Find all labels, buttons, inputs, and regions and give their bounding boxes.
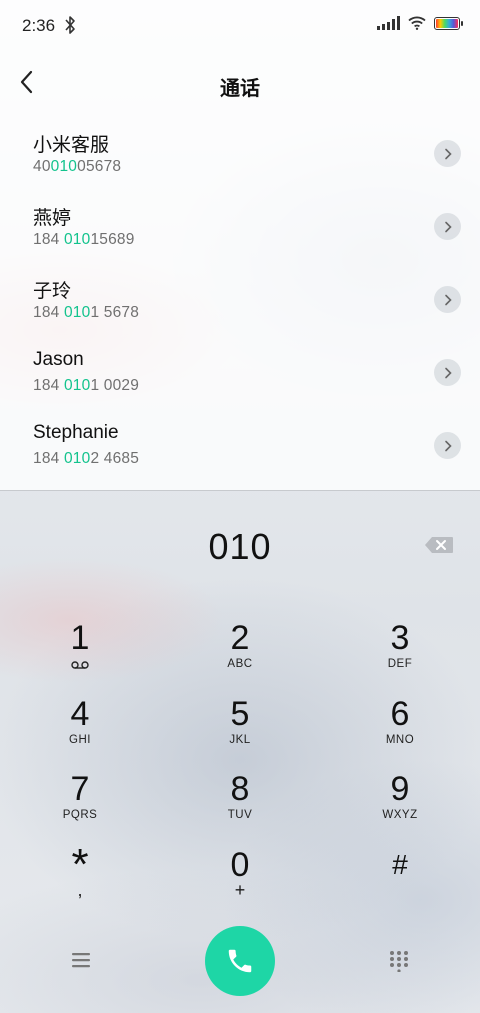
contact-name: 子玲 [33,281,72,302]
list-item[interactable]: 子玲 184 0101 5678 [0,264,480,337]
header: 通话 [0,52,480,114]
key-4[interactable]: 4 GHI [0,696,160,772]
list-item[interactable]: Stephanie 184 0102 4685 [0,410,480,483]
chevron-right-icon[interactable] [434,213,461,240]
phone-icon [228,949,252,973]
contact-number: 184 0101 5678 [33,304,140,321]
contact-number: 184 0101 0029 [33,377,140,394]
key-hash[interactable]: # [320,847,480,923]
key-6[interactable]: 6 MNO [320,696,480,772]
contact-number: 184 01015689 [33,231,135,248]
page-title: 通话 [220,78,260,100]
chevron-right-icon[interactable] [434,286,461,313]
divider [0,490,480,491]
dialed-number-display: 010 [208,526,272,567]
battery-icon [434,16,463,30]
key-2[interactable]: 2 ABC [160,620,320,696]
dial-keypad: 1 2 ABC 3 DEF 4 GHI 5 JKL 6 MNO 7 PQRS 8… [0,620,480,922]
chevron-right-icon[interactable] [434,432,461,459]
contact-number: 4001005678 [33,158,122,175]
contact-results-list: 小米客服 4001005678 燕婷 184 01015689 子玲 184 0… [0,118,480,483]
key-1[interactable]: 1 [0,620,160,696]
voicemail-icon [71,661,89,669]
key-7[interactable]: 7 PQRS [0,771,160,847]
chevron-right-icon[interactable] [434,140,461,167]
bluetooth-icon [65,16,75,34]
backspace-icon[interactable] [424,536,454,554]
key-5[interactable]: 5 JKL [160,696,320,772]
signal-icon [377,16,400,30]
wifi-icon [408,16,426,30]
status-bar: 2:36 [0,0,480,52]
list-item[interactable]: 燕婷 184 01015689 [0,191,480,264]
list-item[interactable]: Jason 184 0101 0029 [0,337,480,410]
bottom-bar [0,926,480,996]
contact-number: 184 0102 4685 [33,450,140,467]
key-0[interactable]: 0 + [160,847,320,923]
chevron-right-icon[interactable] [434,359,461,386]
contact-name: 燕婷 [33,208,72,229]
dialpad-icon[interactable] [388,950,410,972]
key-9[interactable]: 9 WXYZ [320,771,480,847]
contact-name: Stephanie [33,422,119,443]
key-8[interactable]: 8 TUV [160,771,320,847]
list-item[interactable]: 小米客服 4001005678 [0,118,480,191]
call-button[interactable] [205,926,275,996]
contact-name: Jason [33,349,84,370]
menu-icon[interactable] [70,950,92,970]
status-time: 2:36 [22,16,56,35]
key-3[interactable]: 3 DEF [320,620,480,696]
contact-name: 小米客服 [33,135,110,156]
key-star[interactable]: * , [0,842,160,923]
